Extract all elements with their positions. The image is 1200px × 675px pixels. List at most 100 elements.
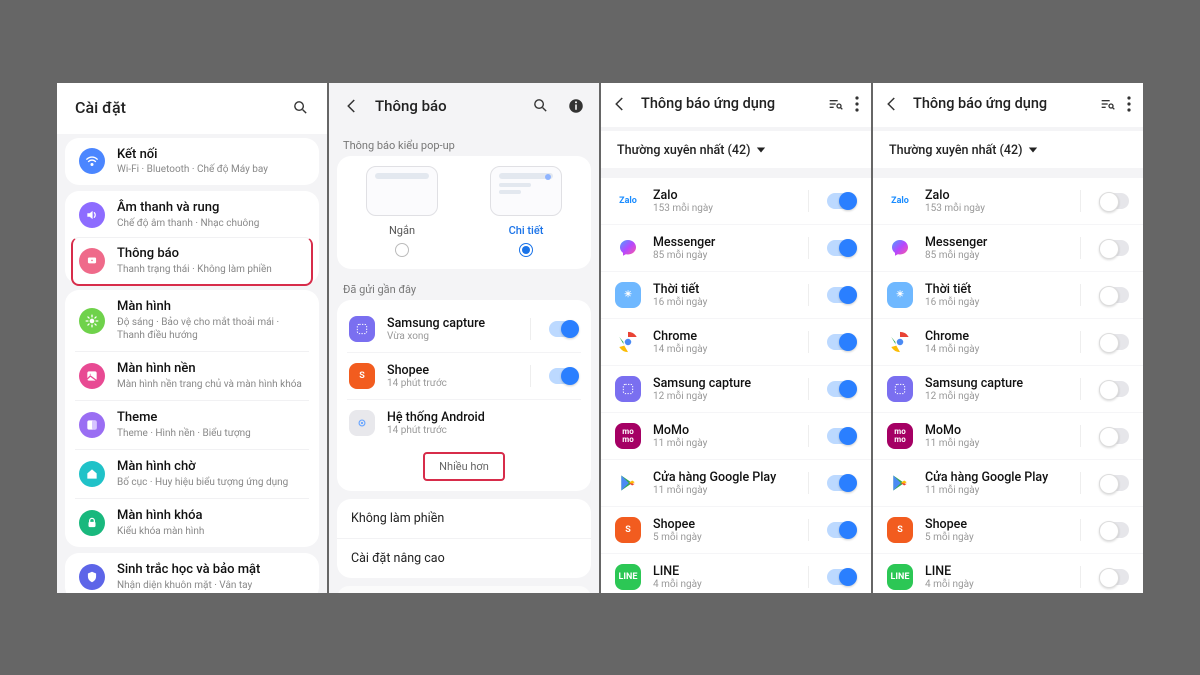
toggle-switch[interactable] xyxy=(1099,381,1129,397)
app-icon xyxy=(615,329,641,355)
app-notification-row[interactable]: Messenger 85 mỗi ngày xyxy=(601,224,871,271)
app-subtitle: 14 phút trước xyxy=(387,425,579,436)
settings-item-sinh-tr-c-h-c-v-b-o-m-t[interactable]: Sinh trắc học và bảo mật Nhận diện khuôn… xyxy=(75,553,309,593)
app-row-text: Samsung capture 12 mỗi ngày xyxy=(653,376,796,402)
app-notification-row[interactable]: ☀ Thời tiết 16 mỗi ngày xyxy=(601,271,871,318)
recent-section-label: Đã gửi gần đây xyxy=(329,277,599,300)
toggle-switch[interactable] xyxy=(1099,475,1129,491)
app-icon: S xyxy=(887,517,913,543)
toggle-switch[interactable] xyxy=(827,193,857,209)
settings-item-text: Sinh trắc học và bảo mật Nhận diện khuôn… xyxy=(117,562,305,592)
toggle-switch[interactable] xyxy=(549,368,579,384)
popup-option[interactable]: Chi tiết xyxy=(471,166,581,257)
app-subtitle: 5 mỗi ngày xyxy=(653,532,796,543)
app-notification-row[interactable]: Messenger 85 mỗi ngày xyxy=(873,224,1143,271)
toggle-switch[interactable] xyxy=(1099,287,1129,303)
app-notifications-title: Thông báo ứng dụng xyxy=(641,95,819,112)
toggle-switch[interactable] xyxy=(1099,240,1129,256)
app-title: Thời tiết xyxy=(653,282,796,297)
toggle-switch[interactable] xyxy=(827,381,857,397)
settings-item-subtitle: Màn hình nền trang chủ và màn hình khóa xyxy=(117,378,305,391)
app-notification-row[interactable]: Chrome 14 mỗi ngày xyxy=(873,318,1143,365)
toggle-switch[interactable] xyxy=(827,428,857,444)
recent-app-row[interactable]: Samsung capture Vừa xong xyxy=(347,306,581,352)
divider xyxy=(808,190,809,212)
app-notification-row[interactable]: Samsung capture 12 mỗi ngày xyxy=(601,365,871,412)
app-icon xyxy=(615,235,641,261)
frequency-dropdown[interactable]: Thường xuyên nhất (42) xyxy=(601,131,871,178)
toggle-switch[interactable] xyxy=(827,287,857,303)
notifications-title: Thông báo xyxy=(375,97,518,115)
toggle-switch[interactable] xyxy=(827,475,857,491)
settings-item-title: Màn hình nền xyxy=(117,361,305,378)
app-notification-row[interactable]: S Shopee 5 mỗi ngày xyxy=(601,506,871,553)
app-notification-row[interactable]: Zalo Zalo 153 mỗi ngày xyxy=(601,178,871,224)
search-icon xyxy=(292,99,309,116)
settings-item-k-t-n-i[interactable]: Kết nối Wi-Fi · Bluetooth · Chế độ Máy b… xyxy=(75,138,309,186)
app-notification-row[interactable]: LINE LINE 4 mỗi ngày xyxy=(873,553,1143,593)
app-notification-row[interactable]: Zalo Zalo 153 mỗi ngày xyxy=(873,178,1143,224)
radio-button[interactable] xyxy=(519,243,533,257)
settings-item-theme[interactable]: Theme Theme · Hình nền · Biểu tượng xyxy=(75,400,309,449)
filter-button[interactable] xyxy=(823,92,847,116)
app-notification-row[interactable]: Chrome 14 mỗi ngày xyxy=(601,318,871,365)
app-notification-row[interactable]: momo MoMo 11 mỗi ngày xyxy=(873,412,1143,459)
app-row-text: Zalo 153 mỗi ngày xyxy=(653,188,796,214)
info-button[interactable] xyxy=(563,93,589,119)
settings-item-th-ng-b-o[interactable]: Thông báo Thanh trạng thái · Không làm p… xyxy=(71,237,313,286)
app-subtitle: 14 mỗi ngày xyxy=(925,344,1068,355)
settings-item-title: Màn hình khóa xyxy=(117,508,305,525)
filter-icon xyxy=(1099,96,1115,112)
app-row-text: Samsung capture 12 mỗi ngày xyxy=(925,376,1068,402)
toggle-switch[interactable] xyxy=(1099,193,1129,209)
app-notification-row[interactable]: S Shopee 5 mỗi ngày xyxy=(873,506,1143,553)
toggle-switch[interactable] xyxy=(827,334,857,350)
settings-item-m-n-h-nh-n-n[interactable]: Màn hình nền Màn hình nền trang chủ và m… xyxy=(75,351,309,400)
more-menu-button[interactable] xyxy=(851,92,863,116)
toggle-switch[interactable] xyxy=(549,321,579,337)
more-menu-button[interactable] xyxy=(1123,92,1135,116)
toggle-switch[interactable] xyxy=(827,522,857,538)
settings-item--m-thanh-v-rung[interactable]: Âm thanh và rung Chế độ âm thanh · Nhạc … xyxy=(75,191,309,239)
app-notification-row[interactable]: Cửa hàng Google Play 11 mỗi ngày xyxy=(873,459,1143,506)
app-notification-row[interactable]: ☀ Thời tiết 16 mỗi ngày xyxy=(873,271,1143,318)
search-button[interactable] xyxy=(528,93,553,118)
app-notification-row[interactable]: Samsung capture 12 mỗi ngày xyxy=(873,365,1143,412)
app-title: Thời tiết xyxy=(925,282,1068,297)
back-button[interactable] xyxy=(879,91,905,117)
chevron-down-icon xyxy=(756,145,766,155)
app-notification-row[interactable]: Cửa hàng Google Play 11 mỗi ngày xyxy=(601,459,871,506)
toggle-switch[interactable] xyxy=(1099,428,1129,444)
app-row-text: Chrome 14 mỗi ngày xyxy=(925,329,1068,355)
app-icon xyxy=(615,470,641,496)
recent-app-row[interactable]: Hệ thống Android 14 phút trước xyxy=(347,399,581,446)
toggle-switch[interactable] xyxy=(1099,522,1129,538)
settings-item-m-n-h-nh-kh-a[interactable]: Màn hình khóa Kiểu khóa màn hình xyxy=(75,498,309,547)
recent-app-row[interactable]: S Shopee 14 phút trước xyxy=(347,352,581,399)
filter-icon xyxy=(827,96,843,112)
back-button[interactable] xyxy=(339,93,365,119)
toggle-switch[interactable] xyxy=(827,240,857,256)
popup-option[interactable]: Ngắn xyxy=(347,166,457,257)
frequency-dropdown[interactable]: Thường xuyên nhất (42) xyxy=(873,131,1143,178)
settings-item[interactable]: Không làm phiền xyxy=(337,499,591,538)
settings-item[interactable]: Cài đặt nâng cao xyxy=(337,538,591,578)
app-notification-row[interactable]: LINE LINE 4 mỗi ngày xyxy=(601,553,871,593)
settings-item-m-n-h-nh-ch-[interactable]: Màn hình chờ Bố cục · Huy hiệu biểu tượn… xyxy=(75,449,309,498)
settings-item-m-n-h-nh[interactable]: Màn hình Độ sáng · Bảo vệ cho mắt thoải … xyxy=(75,290,309,351)
settings-group: Kết nối Wi-Fi · Bluetooth · Chế độ Máy b… xyxy=(65,138,319,186)
app-notification-row[interactable]: momo MoMo 11 mỗi ngày xyxy=(601,412,871,459)
settings-item-icon xyxy=(79,510,105,536)
toggle-switch[interactable] xyxy=(1099,334,1129,350)
back-button[interactable] xyxy=(607,91,633,117)
toggle-switch[interactable] xyxy=(1099,569,1129,585)
toggle-switch[interactable] xyxy=(827,569,857,585)
settings-item-subtitle: Chế độ âm thanh · Nhạc chuông xyxy=(117,217,305,230)
radio-button[interactable] xyxy=(395,243,409,257)
settings-item-icon xyxy=(79,363,105,389)
frequency-label: Thường xuyên nhất (42) xyxy=(889,143,1022,158)
search-button[interactable] xyxy=(288,95,313,120)
more-button[interactable]: Nhiều hơn xyxy=(423,452,505,481)
filter-button[interactable] xyxy=(1095,92,1119,116)
settings-item-title: Âm thanh và rung xyxy=(117,200,305,217)
